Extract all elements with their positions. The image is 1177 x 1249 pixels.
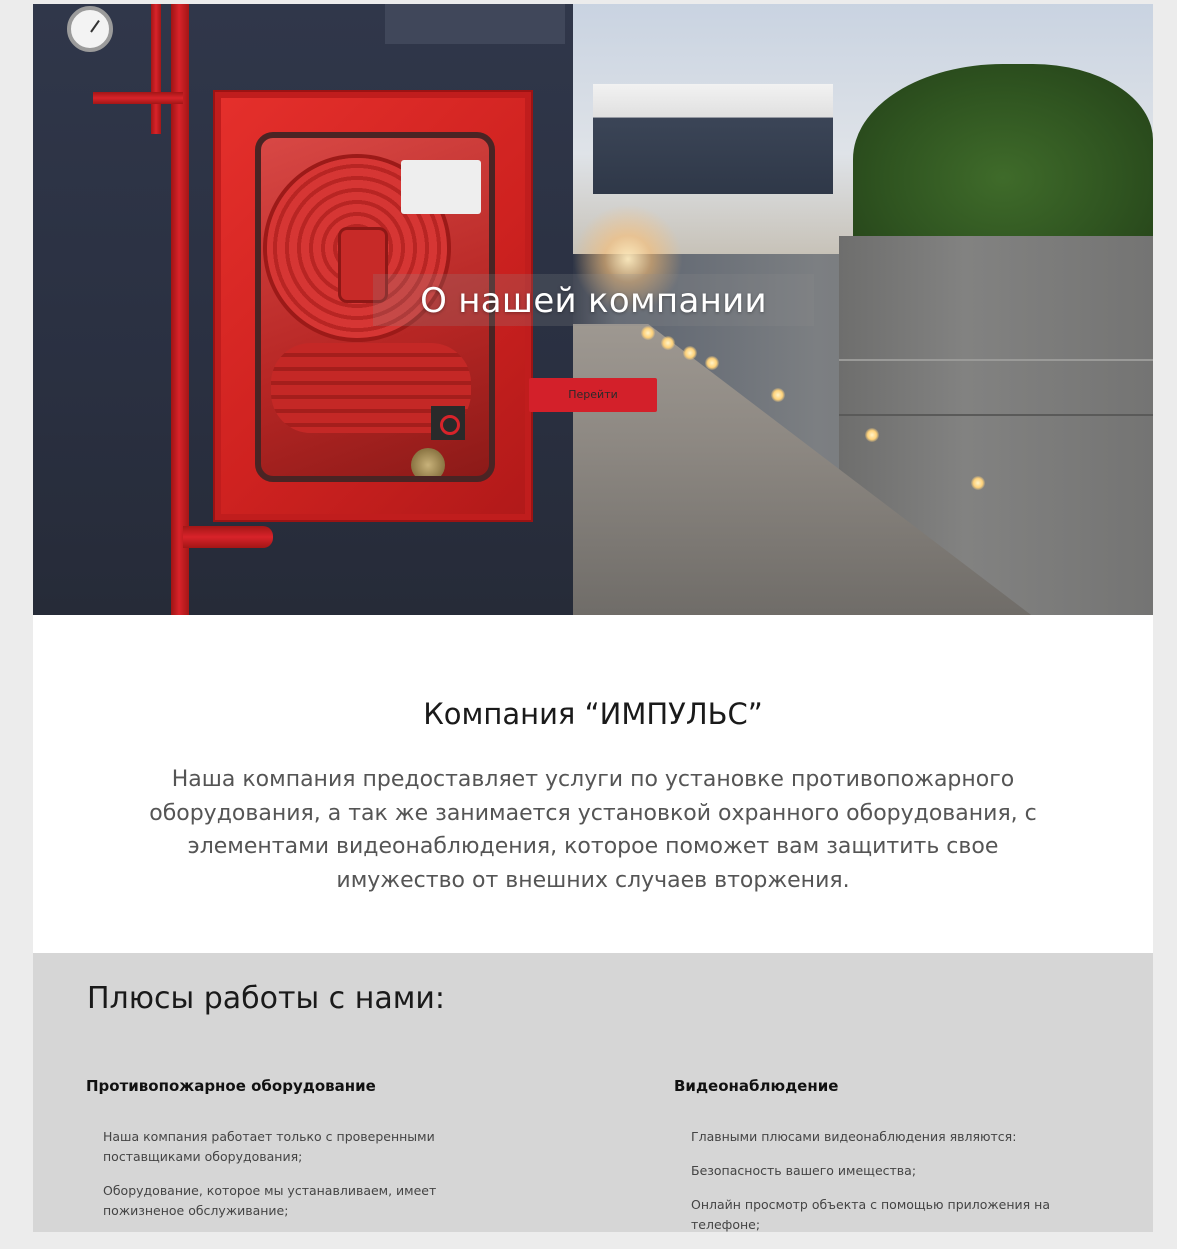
inspection-label [401,160,481,214]
hero-building [593,84,833,194]
red-pipe [93,92,183,104]
about-title: Компания “ИМПУЛЬС” [423,697,763,731]
advantages-column-video: Видеонаблюдение Главными плюсами видеона… [674,1077,1074,1249]
advantages-section: Плюсы работы с нами: Противопожарное обо… [33,953,1153,1232]
hero-hedge [853,64,1153,254]
about-description: Наша компания предоставляет услуги по ус… [149,767,1037,893]
pressure-gauge-icon [67,6,113,52]
hero-lamp [705,356,719,370]
page: О нашей компании Перейти Компания “ИМПУЛ… [33,0,1153,1232]
list-item: Наша компания работает только с проверен… [103,1129,435,1164]
hero-section: О нашей компании Перейти [33,4,1153,615]
hero-lamp [683,346,697,360]
hero-lamp [971,476,985,490]
hero-title: О нашей компании [420,281,767,321]
list-item: Главными плюсами видеонаблюдения являютс… [691,1129,1017,1144]
list-item: Безопасность вашего имещества; [691,1163,917,1178]
hero-go-button[interactable]: Перейти [529,378,657,412]
about-section: Компания “ИМПУЛЬС” Наша компания предост… [33,615,1153,953]
advantages-column-fire: Противопожарное оборудование Наша компан… [86,1077,486,1235]
column-title: Видеонаблюдение [674,1077,839,1095]
hero-planter-line [839,414,1153,416]
list-item: Онлайн просмотр объекта с помощью прилож… [691,1197,1050,1232]
fire-logo-icon [431,406,465,440]
red-pipe [183,526,273,548]
column-title: Противопожарное оборудование [86,1077,376,1095]
hero-lamp [641,326,655,340]
advantages-title: Плюсы работы с нами: [87,981,445,1016]
hero-top-plate [385,4,565,44]
list-item: Оборудование, которое мы устанавливаем, … [103,1183,437,1218]
hero-planter-line [839,359,1153,361]
valve-icon [411,448,445,476]
red-pipe [151,4,161,134]
hero-lamp [865,428,879,442]
hero-lamp [661,336,675,350]
hero-lamp [771,388,785,402]
